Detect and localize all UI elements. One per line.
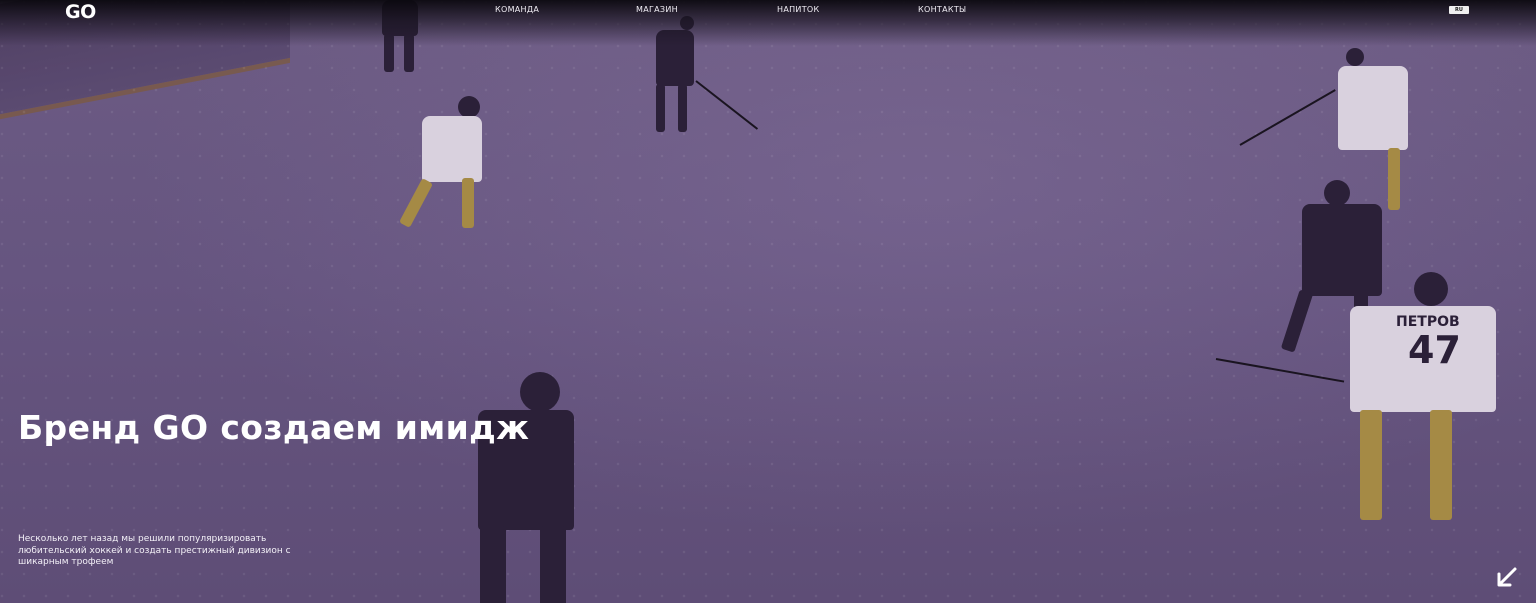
player-silhouette-left [396,94,496,236]
go-logo[interactable]: GO [65,1,96,23]
hero-description: Несколько лет назад мы решили популяризи… [18,534,291,567]
nav-item-drink[interactable]: НАПИТОК [777,5,819,14]
nav-item-contacts[interactable]: КОНТАКТЫ [918,5,966,14]
player-silhouette-front-center [470,372,580,603]
top-navigation-bar [0,0,1536,46]
language-switcher[interactable]: RU [1449,6,1469,14]
hero-section: ПЕТРОВ 47 GO КОМАНДА МАГАЗИН НАПИТОК КОН… [0,0,1536,603]
arrow-down-left-icon[interactable] [1496,566,1518,588]
player-silhouette-front-right: ПЕТРОВ 47 [1330,272,1500,530]
nav-item-shop[interactable]: МАГАЗИН [636,5,678,14]
hero-headline: Бренд GO создаем имидж [18,408,530,447]
player-number-on-jersey: 47 [1408,328,1461,372]
nav-item-team[interactable]: КОМАНДА [495,5,539,14]
